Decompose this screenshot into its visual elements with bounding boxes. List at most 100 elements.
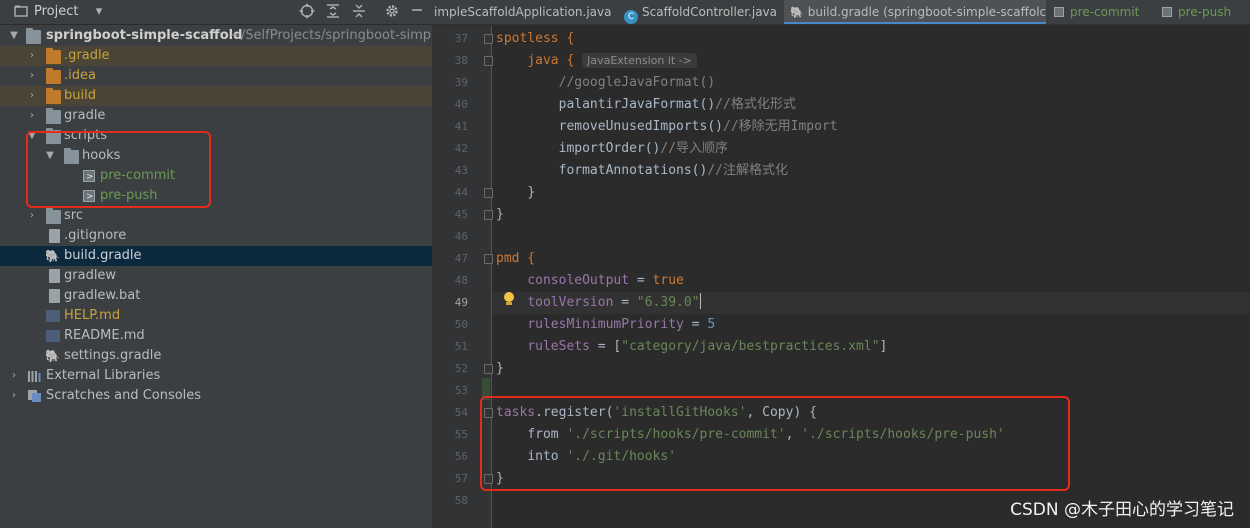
line-number[interactable]: 42 [432, 138, 468, 160]
line-number[interactable]: 46 [432, 226, 468, 248]
code-token: //googleJavaFormat() [558, 75, 716, 90]
chevron-right-icon[interactable]: › [26, 86, 38, 106]
tree-item-settings-gradle[interactable]: 🐘 settings.gradle [0, 346, 432, 366]
line-number[interactable]: 44 [432, 182, 468, 204]
tree-item-build[interactable]: › build [0, 86, 432, 106]
folder-icon [46, 68, 61, 84]
tree-item-help-md[interactable]: HELP.md [0, 306, 432, 326]
tab-scaffold-application[interactable]: impleScaffoldApplication.java [432, 0, 618, 24]
tree-item-gradlew-bat[interactable]: gradlew.bat [0, 286, 432, 306]
tab-pre-commit[interactable]: pre-commit [1046, 0, 1152, 24]
gradle-elephant-icon: 🐘 [790, 6, 804, 19]
lightbulb-icon[interactable] [503, 292, 515, 306]
tree-item-gitignore[interactable]: .gitignore [0, 226, 432, 246]
fold-marker-icon[interactable] [484, 188, 493, 198]
chevron-right-icon[interactable]: › [26, 46, 38, 66]
code-line-40: palantirJavaFormat()//格式化形式 [496, 94, 796, 116]
text-caret [699, 293, 701, 309]
line-number[interactable]: 56 [432, 446, 468, 468]
expand-all-icon[interactable] [324, 3, 342, 21]
project-header: Project ▾ [0, 0, 432, 25]
tree-item-readme-md[interactable]: README.md [0, 326, 432, 346]
code-line-48: consoleOutput = true [496, 270, 684, 292]
code-token: toolVersion [527, 295, 614, 310]
tree-item-gradlew[interactable]: gradlew [0, 266, 432, 286]
tab-label: impleScaffoldApplication.java [434, 5, 612, 19]
tree-item-label: gradle [64, 108, 106, 123]
tree-item-idea[interactable]: › .idea [0, 66, 432, 86]
line-number[interactable]: 50 [432, 314, 468, 336]
tree-item-gradle-cache[interactable]: › .gradle [0, 46, 432, 66]
scratches-icon [27, 389, 42, 403]
project-view-title[interactable]: Project [34, 4, 78, 19]
tab-scaffold-controller[interactable]: C ScaffoldController.java [618, 0, 784, 24]
code-token: java { [527, 53, 575, 68]
code-token: removeUnusedImports() [558, 119, 723, 134]
code-token: } [527, 185, 536, 200]
code-line-37: spotless { [496, 28, 574, 50]
line-number[interactable]: 55 [432, 424, 468, 446]
code-token: = [683, 317, 708, 332]
line-number[interactable]: 48 [432, 270, 468, 292]
chevron-right-icon[interactable]: › [8, 366, 20, 386]
java-class-icon: C [624, 10, 638, 24]
code-line-38: java { JavaExtension it -> [496, 50, 697, 72]
fold-marker-icon[interactable] [484, 364, 493, 374]
line-number[interactable]: 40 [432, 94, 468, 116]
tree-item-scratches[interactable]: › Scratches and Consoles [0, 386, 432, 406]
tree-item-src[interactable]: › src [0, 206, 432, 226]
project-tool-window: Project ▾ ▼ springboot-simple-scaffold ~… [0, 0, 432, 528]
gradle-elephant-icon: 🐘 [45, 249, 60, 263]
line-number[interactable]: 45 [432, 204, 468, 226]
locate-target-icon[interactable] [298, 3, 316, 21]
tree-item-label: src [64, 208, 83, 223]
fold-marker-icon[interactable] [484, 34, 493, 44]
code-line-45: } [496, 204, 504, 226]
tree-item-label: .gitignore [64, 228, 127, 243]
tree-item-label: .gradle [64, 48, 110, 63]
line-number[interactable]: 39 [432, 72, 468, 94]
line-number[interactable]: 43 [432, 160, 468, 182]
code-token: "6.39.0" [636, 295, 700, 310]
line-number[interactable]: 54 [432, 402, 468, 424]
code-token: ] [879, 339, 888, 354]
line-number[interactable]: 57 [432, 468, 468, 490]
line-number[interactable]: 37 [432, 28, 468, 50]
collapse-all-icon[interactable] [350, 3, 368, 21]
gear-icon[interactable] [383, 3, 401, 21]
fold-marker-icon[interactable] [484, 210, 493, 220]
code-token: = [613, 295, 637, 310]
project-view-icon [12, 4, 30, 22]
shell-script-icon [1054, 7, 1064, 17]
line-number[interactable]: 41 [432, 116, 468, 138]
tree-item-external-libraries[interactable]: › External Libraries [0, 366, 432, 386]
line-number[interactable]: 52 [432, 358, 468, 380]
line-number[interactable]: 47 [432, 248, 468, 270]
chevron-down-icon[interactable]: ▼ [8, 26, 20, 46]
line-number[interactable]: 49 [432, 292, 468, 314]
chevron-right-icon[interactable]: › [26, 66, 38, 86]
editor-tab-bar: impleScaffoldApplication.java C ScaffoldC… [432, 0, 1250, 25]
hide-panel-icon[interactable] [408, 3, 426, 21]
tree-root[interactable]: ▼ springboot-simple-scaffold ~/SelfProje… [0, 26, 432, 46]
chevron-right-icon[interactable]: › [8, 386, 20, 406]
shell-script-icon [1162, 7, 1172, 17]
code-token: = [629, 273, 653, 288]
line-number[interactable]: 51 [432, 336, 468, 358]
code-token: 5 [707, 317, 716, 332]
code-editor[interactable]: 37 38 39 40 41 42 43 44 45 46 47 48 49 50 51 52 53 54 55 56… [432, 26, 1250, 528]
fold-marker-icon[interactable] [484, 56, 493, 66]
tree-item-build-gradle[interactable]: 🐘 build.gradle [0, 246, 432, 266]
chevron-right-icon[interactable]: › [26, 206, 38, 226]
tab-pre-push[interactable]: pre-push [1152, 0, 1250, 24]
tree-item-label: External Libraries [46, 368, 161, 383]
fold-marker-icon[interactable] [484, 254, 493, 264]
line-number[interactable]: 38 [432, 50, 468, 72]
tab-build-gradle[interactable]: 🐘 build.gradle (springboot-simple-scaffol… [784, 0, 1046, 24]
chevron-right-icon[interactable]: › [26, 106, 38, 126]
chevron-down-icon[interactable]: ▾ [90, 3, 108, 21]
line-number[interactable]: 53 [432, 380, 468, 402]
gradle-elephant-icon: 🐘 [45, 349, 60, 363]
line-number[interactable]: 58 [432, 490, 468, 512]
tree-item-gradle[interactable]: › gradle [0, 106, 432, 126]
